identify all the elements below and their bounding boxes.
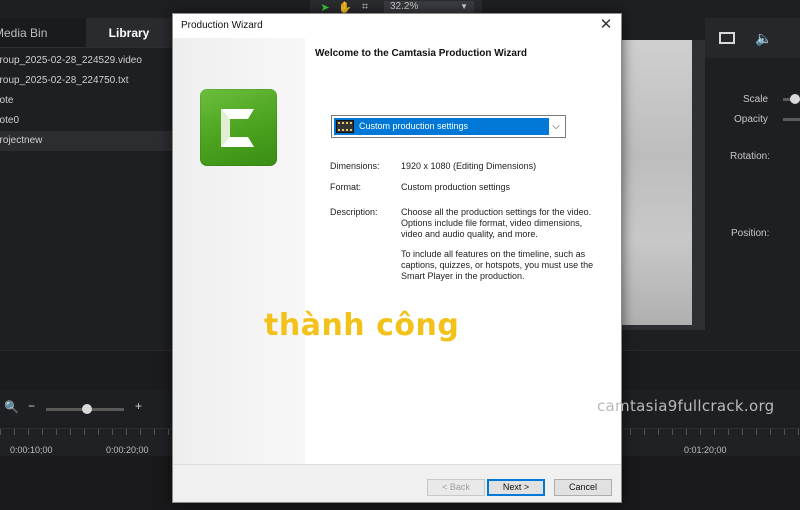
selected-preset-label: Custom production settings: [359, 121, 469, 131]
format-value: Custom production settings: [401, 182, 511, 192]
production-wizard-dialog: Production Wizard ✕ Welcome to the Camta…: [172, 13, 622, 503]
wizard-content: Welcome to the Camtasia Production Wizar…: [305, 38, 621, 464]
canvas-preview[interactable]: [622, 40, 692, 325]
chevron-down-icon[interactable]: ⌵: [549, 118, 563, 135]
back-button[interactable]: < Back: [427, 479, 485, 496]
film-strip-icon: [336, 120, 354, 133]
crop-tool-icon[interactable]: ⌗: [358, 1, 372, 13]
scale-label: Scale: [743, 94, 769, 105]
zoom-level-value: 32.2%: [390, 1, 419, 12]
list-item[interactable]: note0: [0, 111, 172, 131]
pointer-tool-icon[interactable]: ➤: [318, 1, 332, 14]
list-item[interactable]: group_2025-02-28_224529.video: [0, 51, 172, 71]
camtasia-logo-icon: [200, 89, 277, 166]
list-item[interactable]: note: [0, 91, 172, 111]
ruler-tick-label: 0:01:20;00: [684, 445, 727, 455]
media-panel: Media Bin Library group_2025-02-28_22452…: [0, 18, 172, 348]
opacity-label: Opacity: [734, 114, 768, 125]
rotation-label: Rotation:: [730, 151, 771, 162]
cancel-button[interactable]: Cancel: [554, 479, 612, 496]
timeline-zoom-bar: 🔍 − +: [0, 396, 172, 422]
scale-slider-handle[interactable]: [790, 94, 800, 104]
dimensions-value: 1920 x 1080 (Editing Dimensions): [401, 161, 537, 171]
production-preset-dropdown[interactable]: Custom production settings ⌵: [331, 115, 566, 138]
description-text-2: To include all features on the timeline,…: [401, 249, 594, 281]
close-icon[interactable]: ✕: [597, 16, 615, 34]
ruler-tick-label: 0:00:10;00: [10, 445, 53, 455]
description-label: Description:: [330, 207, 378, 217]
zoom-in-button[interactable]: +: [135, 399, 142, 413]
list-item[interactable]: projectnew: [0, 131, 172, 151]
dialog-titlebar[interactable]: Production Wizard ✕: [173, 14, 621, 38]
chevron-down-icon: ▼: [460, 2, 468, 11]
opacity-slider-track[interactable]: [783, 118, 800, 121]
media-file-list: group_2025-02-28_224529.video group_2025…: [0, 48, 172, 151]
tab-library[interactable]: Library: [86, 18, 172, 47]
search-icon[interactable]: 🔍: [4, 400, 19, 414]
zoom-out-button[interactable]: −: [28, 399, 35, 413]
dimensions-label: Dimensions:: [330, 161, 380, 171]
wizard-heading: Welcome to the Camtasia Production Wizar…: [315, 48, 527, 59]
site-watermark: camtasia9fullcrack.org: [597, 397, 775, 415]
ruler-tick-label: 0:00:20;00: [106, 445, 149, 455]
list-item[interactable]: group_2025-02-28_224750.txt: [0, 71, 172, 91]
dialog-title: Production Wizard: [181, 20, 263, 31]
position-label: Position:: [731, 228, 770, 239]
wizard-side-banner: [173, 38, 305, 464]
timeline-zoom-handle[interactable]: [82, 404, 92, 414]
properties-panel: Scale Opacity Rotation: Position:: [705, 80, 800, 370]
success-caption: thành công: [264, 308, 460, 343]
speaker-icon[interactable]: 🔈: [755, 30, 772, 47]
pan-hand-icon[interactable]: ✋: [338, 1, 352, 14]
visual-properties-icon[interactable]: [719, 32, 735, 44]
media-tabs: Media Bin Library: [0, 18, 172, 48]
selected-preset-highlight: Custom production settings: [334, 118, 549, 135]
next-button[interactable]: Next >: [487, 479, 545, 496]
canvas-toolbar: ➤ ✋ ⌗ 32.2% ▼: [310, 0, 482, 14]
description-text-1: Choose all the production settings for t…: [401, 207, 592, 239]
dialog-footer: < Back Next > Cancel: [173, 464, 621, 502]
tab-media-bin[interactable]: Media Bin: [0, 18, 86, 47]
format-label: Format:: [330, 182, 362, 192]
zoom-level-dropdown[interactable]: 32.2% ▼: [384, 1, 474, 13]
properties-tabs: 🔈: [705, 18, 800, 58]
